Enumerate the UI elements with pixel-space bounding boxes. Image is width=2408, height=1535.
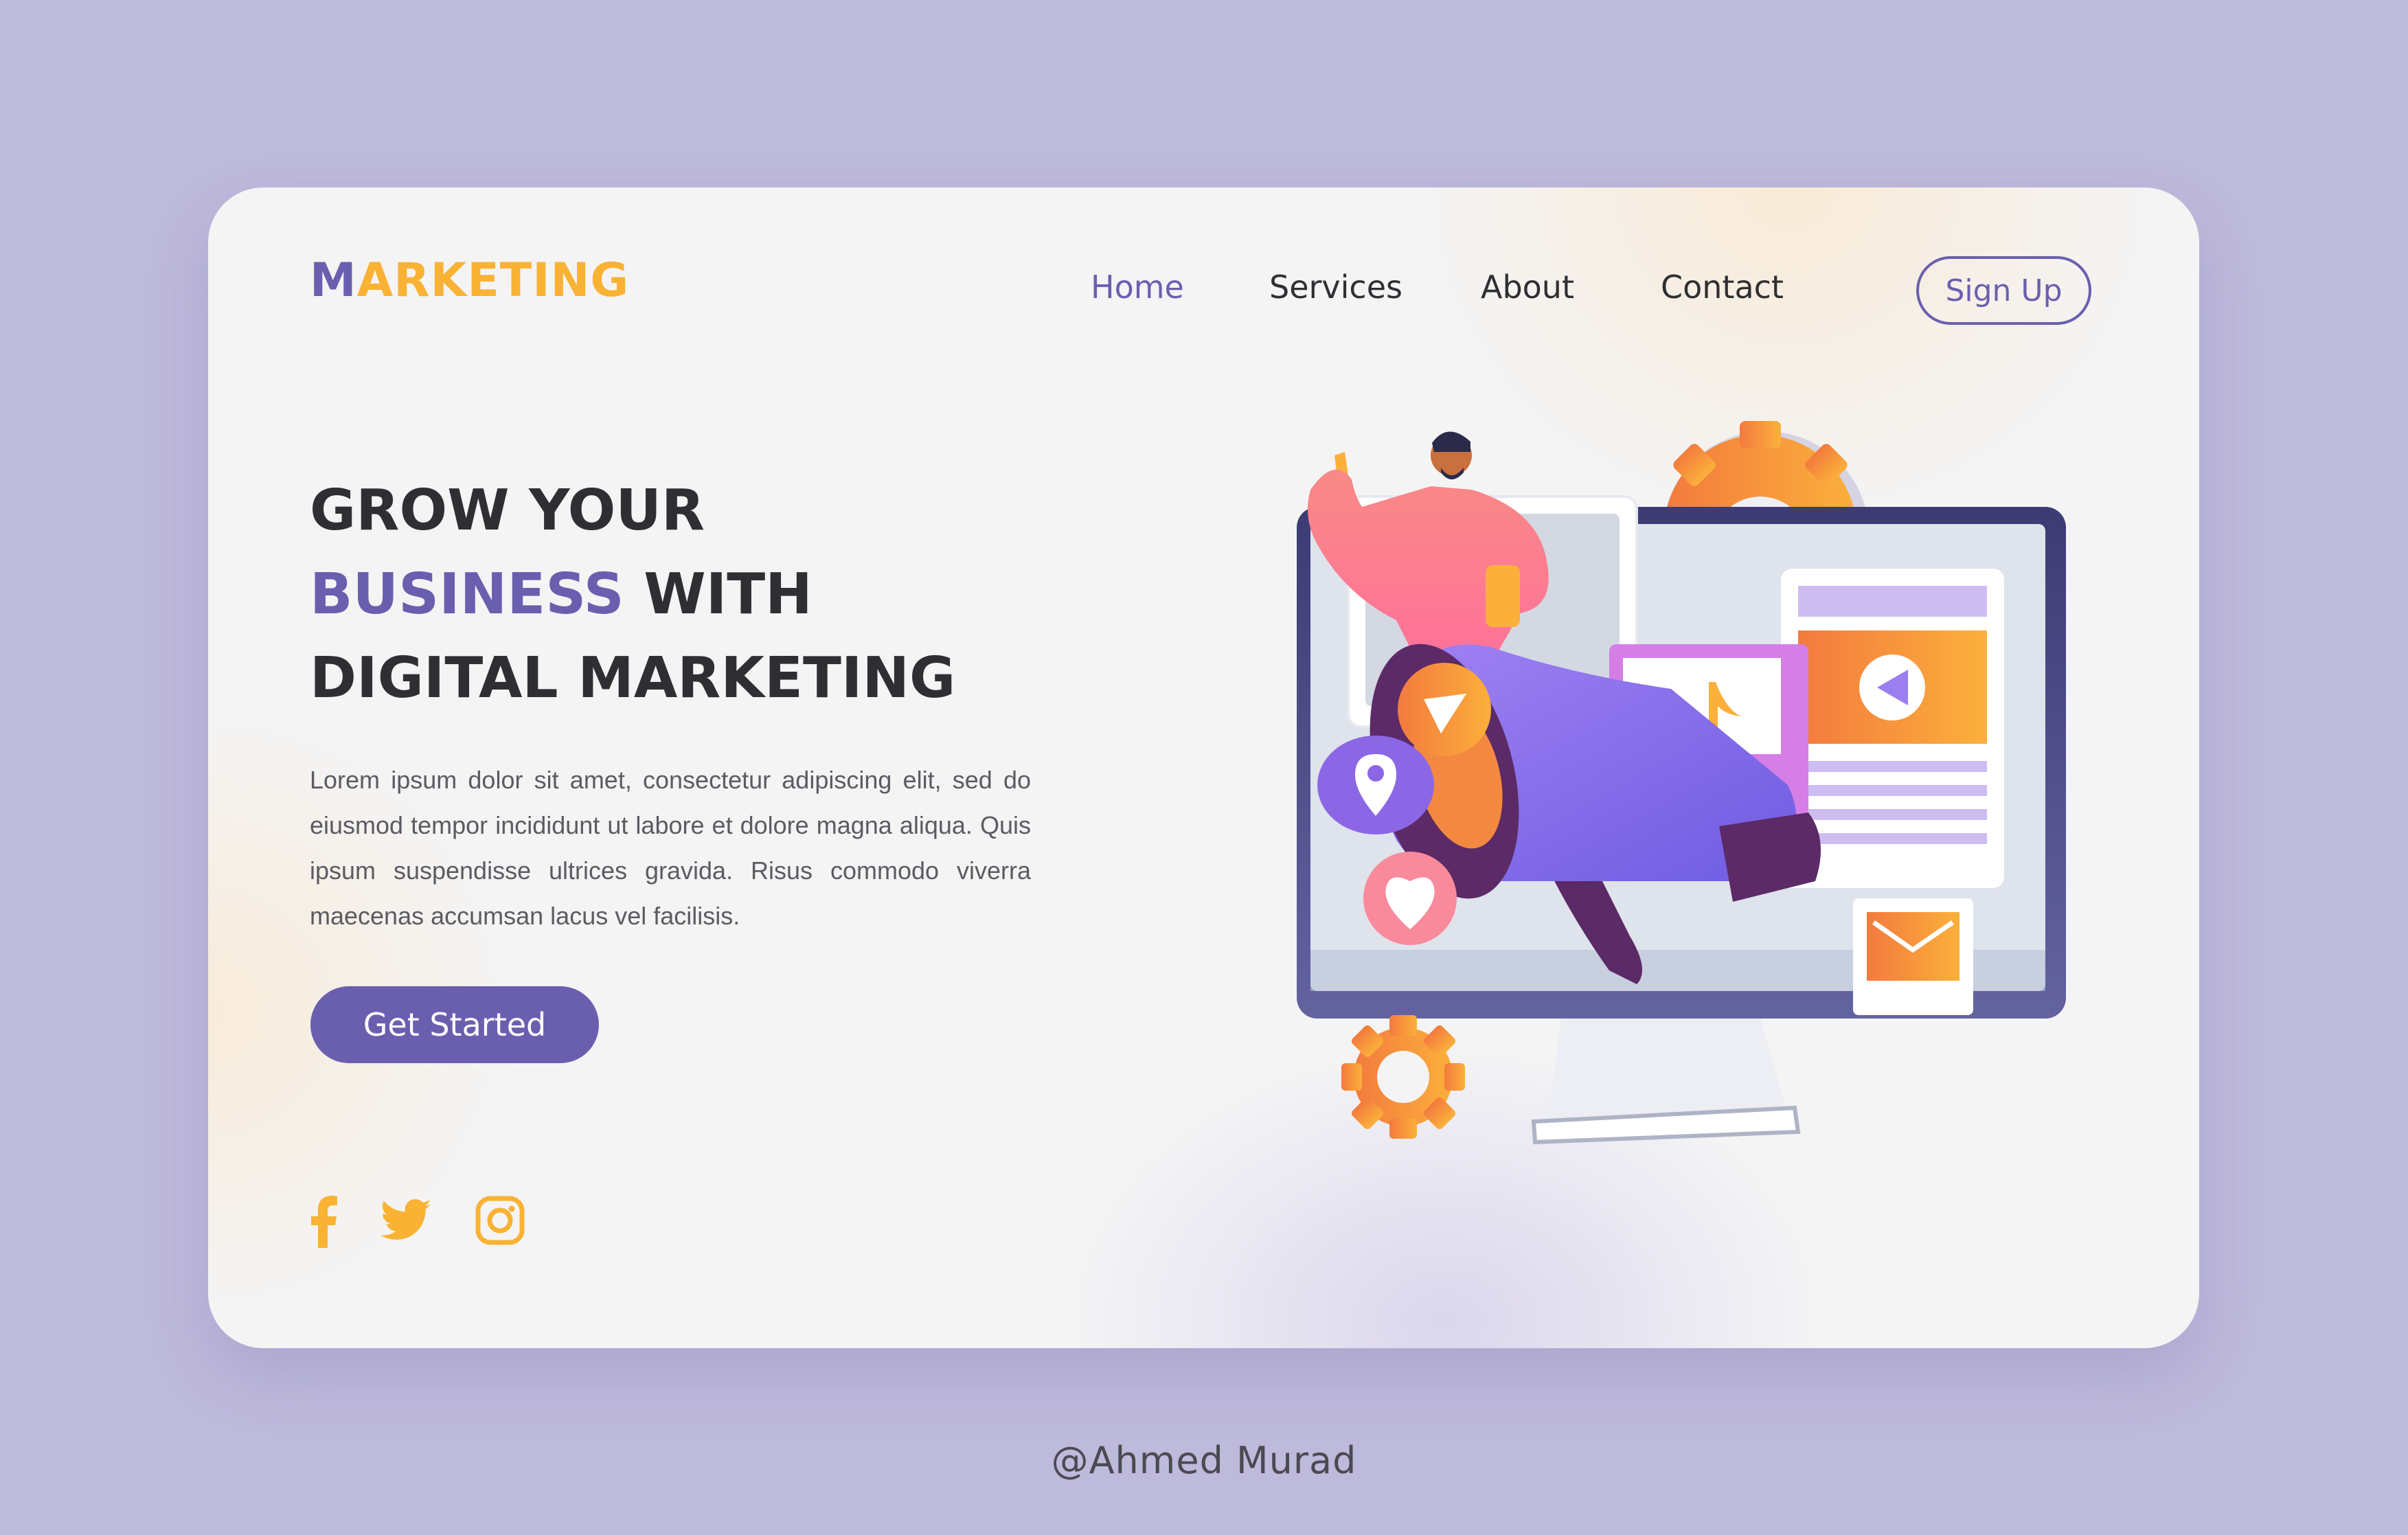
mail-icon xyxy=(1853,898,1973,1015)
play-icon xyxy=(1859,655,1925,720)
play-bubble-icon xyxy=(1398,663,1491,756)
hero-description: Lorem ipsum dolor sit amet, consectetur … xyxy=(310,766,1031,930)
sign-up-button[interactable]: Sign Up xyxy=(1916,256,2091,325)
instagram-icon[interactable] xyxy=(473,1190,527,1252)
nav-item-home[interactable]: Home xyxy=(1091,269,1184,306)
logo-initial: M xyxy=(310,253,357,308)
headline-line-2: BUSINESS WITH xyxy=(310,553,955,637)
location-pin-icon xyxy=(1317,736,1434,834)
headline-line-1: GROW YOUR xyxy=(310,478,705,543)
landing-card: MARKETING Home Services About Contact Si… xyxy=(208,187,2199,1348)
logo-text: ARKETING xyxy=(356,253,630,308)
headline-line-3: DIGITAL MARKETING xyxy=(310,646,956,711)
small-gear-icon xyxy=(1341,1015,1465,1139)
brand-logo[interactable]: MARKETING xyxy=(310,258,629,304)
headline-line-2-rest: WITH xyxy=(624,562,813,627)
get-started-button[interactable]: Get Started xyxy=(310,986,599,1063)
author-credit: @Ahmed Murad xyxy=(1051,1439,1357,1482)
headline-accent-word: BUSINESS xyxy=(310,562,624,627)
twitter-icon[interactable] xyxy=(378,1190,433,1252)
heart-icon xyxy=(1363,852,1457,945)
nav-item-contact[interactable]: Contact xyxy=(1661,269,1784,306)
nav-item-about[interactable]: About xyxy=(1481,269,1574,306)
facebook-icon[interactable] xyxy=(304,1190,345,1252)
nav-item-services[interactable]: Services xyxy=(1269,269,1402,306)
marketing-illustration xyxy=(1297,421,2066,1145)
hero-headline: GROW YOUR BUSINESS WITH DIGITAL MARKETIN… xyxy=(310,469,955,720)
